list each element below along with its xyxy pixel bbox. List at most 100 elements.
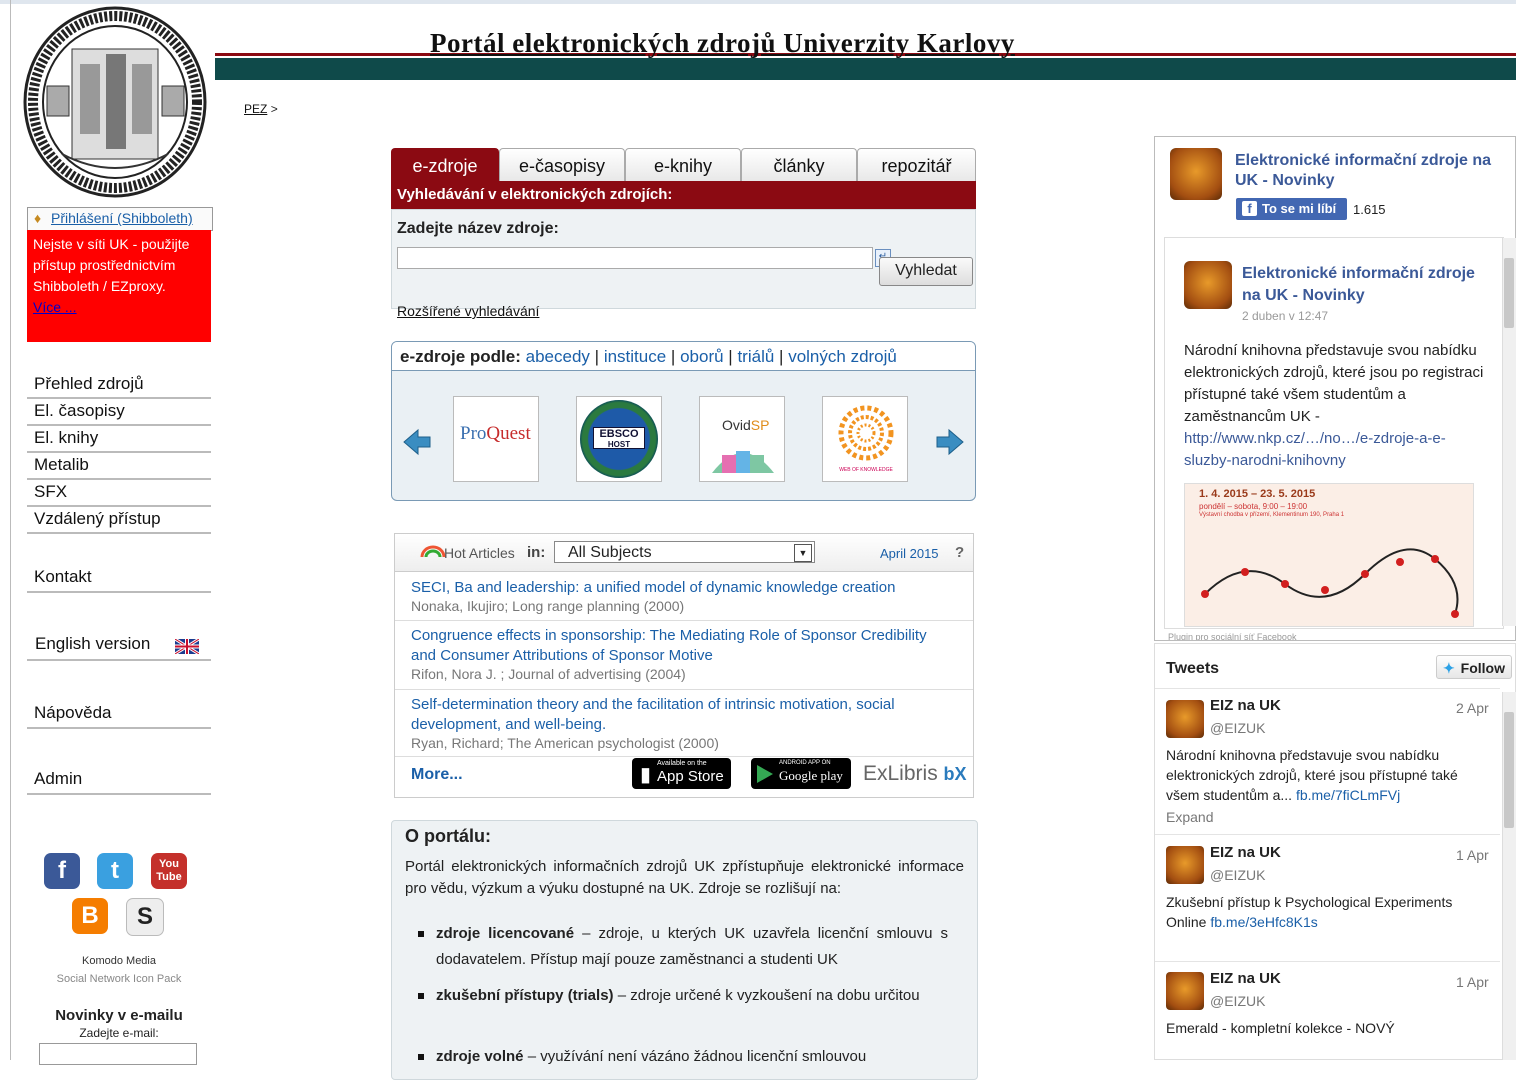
nav-item-casopisy[interactable]: El. časopisy [27,401,211,426]
ovidsp-logo[interactable]: OvidSP [699,396,785,482]
nav-item-prehled[interactable]: Přehled zdrojů [27,374,211,399]
facebook-like-button[interactable]: f To se mi líbí [1236,198,1347,220]
proquest-logo[interactable]: ProQuest [453,396,539,482]
subject-select[interactable]: All Subjects ▼ [554,541,815,563]
facebook-icon[interactable]: f [44,853,80,889]
post-title[interactable]: Elektronické informační zdroje na UK - N… [1242,263,1482,307]
tweet-avatar[interactable] [1166,700,1204,738]
tweet-link[interactable]: fb.me/3eHfc8K1s [1210,914,1317,930]
ovid-graphic-icon [712,451,774,473]
web-of-knowledge-logo[interactable]: WEB OF KNOWLEDGE [822,396,908,482]
uk-flag-icon [175,639,199,654]
twitter-icon[interactable]: t [97,853,133,889]
like-count: 1.615 [1353,202,1386,217]
youtube-icon[interactable]: You Tube [151,853,187,889]
tweet-author[interactable]: EIZ na UK [1210,970,1281,987]
subject-select-value: All Subjects [568,544,652,561]
tweet-avatar[interactable] [1166,972,1204,1010]
warning-text: Nejste v síti UK - použijte přístup pros… [33,236,190,294]
wok-caption: WEB OF KNOWLEDGE [839,467,893,473]
tweet-text: Emerald - kompletní kolekce - NOVÝ [1166,1020,1395,1036]
top-border [0,0,1516,4]
warning-more-link[interactable]: Více ... [33,299,77,315]
tweet-date[interactable]: 1 Apr [1456,974,1489,990]
hot-articles-month[interactable]: April 2015 [880,546,939,561]
googleplay-label: Google play [779,768,843,783]
tab-e-casopisy[interactable]: e-časopisy [499,148,625,181]
breadcrumb-root-link[interactable]: PEZ [244,102,267,116]
university-seal-logo[interactable] [22,4,208,200]
nav-item-knihy[interactable]: El. knihy [27,428,211,453]
tweet-link[interactable]: fb.me/7fiCLmFVj [1296,787,1400,803]
english-label: English version [35,634,151,653]
tab-e-zdroje[interactable]: e-zdroje [391,148,499,181]
tweet-author[interactable]: EIZ na UK [1210,844,1281,861]
facebook-scroll-thumb[interactable] [1504,258,1514,328]
tab-repozitar[interactable]: repozitář [857,148,976,181]
shield-icon: ♦ [34,210,42,226]
tweet-date[interactable]: 1 Apr [1456,847,1489,863]
nav-item-contact[interactable]: Kontakt [27,567,211,593]
tweet-expand-link[interactable]: Expand [1166,809,1213,825]
post-avatar[interactable] [1184,261,1232,309]
search-input[interactable] [397,247,873,269]
ebsco-host-logo[interactable]: EBSCO HOST [576,396,662,482]
rainbow-icon [420,545,446,557]
twitter-follow-button[interactable]: ✦ Follow [1436,655,1512,679]
browse-link-abecedy[interactable]: abecedy [526,347,590,366]
nav-item-metalib[interactable]: Metalib [27,455,211,480]
ovid-prefix: Ovid [722,417,751,433]
nav-item-english[interactable]: English version [27,634,211,661]
tweet-handle[interactable]: @EIZUK [1210,720,1265,736]
search-button[interactable]: Vyhledat [879,257,973,286]
network-warning: Nejste v síti UK - použijte přístup pros… [27,230,211,342]
nav-item-help[interactable]: Nápověda [27,703,211,729]
more-articles-link[interactable]: More... [411,766,463,784]
tweet-avatar[interactable] [1166,846,1204,884]
facebook-footer: Plugin pro sociální síť Facebook [1168,632,1297,640]
shibboleth-login-link[interactable]: ♦ Přihlášení (Shibboleth) [27,207,213,231]
tweet-date[interactable]: 2 Apr [1456,700,1489,716]
tweet-author[interactable]: EIZ na UK [1210,697,1281,714]
app-store-badge[interactable]: ▮ Available on the App Store [632,758,731,789]
divider [1155,834,1500,835]
tab-e-knihy[interactable]: e-knihy [625,148,741,181]
article-title-cont[interactable]: and Consumer Attributions of Sponsor Mot… [411,646,713,666]
carousel-prev-arrow-icon[interactable] [402,427,432,457]
browse-link-volne[interactable]: volných zdrojů [788,347,897,366]
exlibris-logo: ExLibris bX [863,762,967,786]
article-title[interactable]: SECI, Ba and leadership: a unified model… [411,578,895,598]
nav-item-sfx[interactable]: SFX [27,482,211,507]
nav-item-admin[interactable]: Admin [27,769,211,795]
youtube-label-top: You [159,858,179,870]
nav-item-remote-access[interactable]: Vzdálený přístup [27,509,211,534]
scribd-icon[interactable]: S [126,898,164,936]
tweet-handle[interactable]: @EIZUK [1210,867,1265,883]
breadcrumb-separator: > [270,102,278,116]
tweet-handle[interactable]: @EIZUK [1210,993,1265,1009]
post-image[interactable]: 1. 4. 2015 – 23. 5. 2015 pondělí – sobot… [1184,483,1474,627]
eiz-avatar[interactable] [1170,148,1222,200]
browse-link-trialy[interactable]: triálů [737,347,774,366]
appstore-small: Available on the [657,760,707,767]
bullet [418,1054,424,1060]
facebook-page-title[interactable]: Elektronické informační zdroje na UK - N… [1235,151,1505,191]
page-title[interactable]: Portál elektronických zdrojů Univerzity … [430,28,1015,59]
post-body: Národní knihovna představuje svou nabídk… [1184,342,1484,425]
carousel-next-arrow-icon[interactable] [935,427,965,457]
blogger-icon[interactable]: B [72,898,108,934]
article-title-cont[interactable]: development, and well-being. [411,715,606,735]
tweets-scroll-thumb[interactable] [1504,712,1514,828]
article-title[interactable]: Self-determination theory and the facili… [411,695,895,715]
help-icon[interactable]: ? [955,544,964,561]
google-play-badge[interactable]: ANDROID APP ON Google play [751,758,851,789]
post-date[interactable]: 2 duben v 12:47 [1242,309,1328,323]
tab-clanky[interactable]: články [741,148,857,181]
post-link[interactable]: http://www.nkp.cz/…/no…/e-zdroje-a-e-slu… [1184,430,1446,469]
advanced-search-link[interactable]: Rozšířené vyhledávání [397,303,539,319]
article-title[interactable]: Congruence effects in sponsorship: The M… [411,626,927,646]
browse-link-obory[interactable]: oborů [680,347,723,366]
facebook-icon: f [1242,201,1257,216]
browse-link-instituce[interactable]: instituce [604,347,666,366]
newsletter-email-input[interactable] [39,1043,197,1065]
